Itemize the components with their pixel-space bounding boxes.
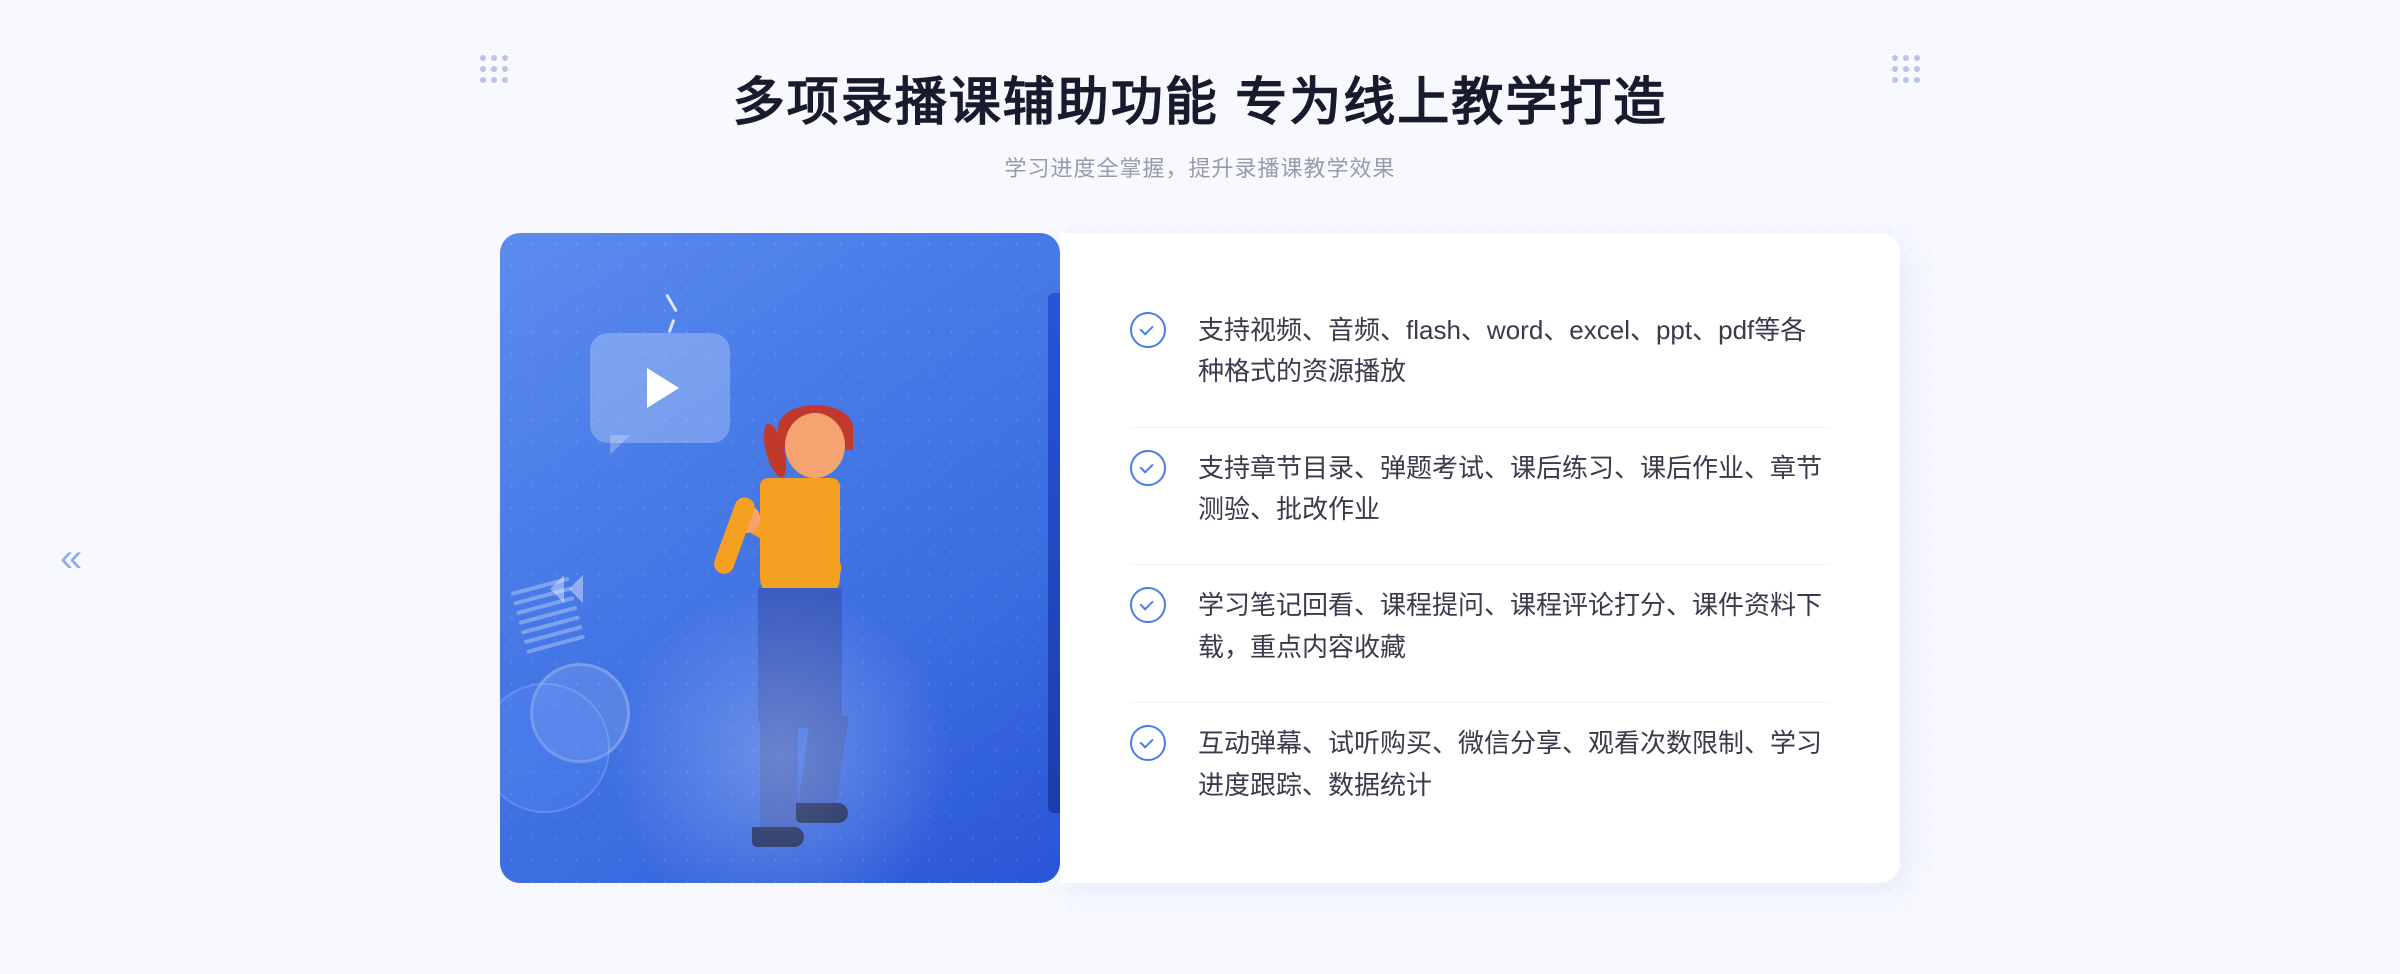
header-section: 多项录播课辅助功能 专为线上教学打造 学习进度全掌握，提升录播课教学效果 xyxy=(733,60,1667,183)
blue-accent-bar xyxy=(1048,293,1060,813)
chevrons-decoration xyxy=(550,575,583,603)
feature-item-4: 互动弹幕、试听购买、微信分享、观看次数限制、学习进度跟踪、数据统计 xyxy=(1130,702,1830,826)
left-chevron-icon: « xyxy=(60,536,82,580)
check-icon-4 xyxy=(1130,725,1170,765)
page-container: 多项录播课辅助功能 专为线上教学打造 学习进度全掌握，提升录播课教学效果 xyxy=(0,0,2400,974)
content-area: 支持视频、音频、flash、word、excel、ppt、pdf等各种格式的资源… xyxy=(500,233,1900,883)
light-ray-2 xyxy=(668,319,676,333)
page-subtitle: 学习进度全掌握，提升录播课教学效果 xyxy=(733,151,1667,183)
feature-text-3: 学习笔记回看、课程提问、课程评论打分、课件资料下载，重点内容收藏 xyxy=(1198,585,1830,668)
check-icon-1 xyxy=(1130,312,1170,352)
decorative-dot-grid-left xyxy=(480,55,508,83)
light-ray-1 xyxy=(665,294,678,313)
left-nav-arrow[interactable]: « xyxy=(60,536,82,581)
feature-item-3: 学习笔记回看、课程提问、课程评论打分、课件资料下载，重点内容收藏 xyxy=(1130,564,1830,688)
chevron-1 xyxy=(550,575,564,603)
check-circle-3 xyxy=(1130,587,1166,623)
title-row: 多项录播课辅助功能 专为线上教学打造 xyxy=(733,60,1667,135)
check-circle-2 xyxy=(1130,450,1166,486)
check-icon-3 xyxy=(1130,587,1170,627)
check-circle-1 xyxy=(1130,312,1166,348)
check-icon-2 xyxy=(1130,450,1170,490)
feature-text-1: 支持视频、音频、flash、word、excel、ppt、pdf等各种格式的资源… xyxy=(1198,310,1830,393)
illustration-section xyxy=(500,233,1060,883)
person-illustration xyxy=(630,383,930,883)
feature-text-2: 支持章节目录、弹题考试、课后练习、课后作业、章节测验、批改作业 xyxy=(1198,448,1830,531)
feature-item-2: 支持章节目录、弹题考试、课后练习、课后作业、章节测验、批改作业 xyxy=(1130,427,1830,551)
feature-item-1: 支持视频、音频、flash、word、excel、ppt、pdf等各种格式的资源… xyxy=(1130,290,1830,413)
person-arm-left xyxy=(711,495,757,577)
person-pants xyxy=(758,588,842,728)
light-rays xyxy=(670,293,673,333)
person-head xyxy=(785,413,845,478)
features-section: 支持视频、音频、flash、word、excel、ppt、pdf等各种格式的资源… xyxy=(1060,233,1900,883)
feature-text-4: 互动弹幕、试听购买、微信分享、观看次数限制、学习进度跟踪、数据统计 xyxy=(1198,723,1830,806)
decorative-dot-grid-right xyxy=(1892,55,1920,83)
chevron-2 xyxy=(569,575,583,603)
check-circle-4 xyxy=(1130,725,1166,761)
person-shoe-right xyxy=(796,803,848,823)
bubble-tail xyxy=(610,435,630,455)
person-shoe-left xyxy=(752,827,804,847)
page-title: 多项录播课辅助功能 专为线上教学打造 xyxy=(733,60,1667,135)
person-leg-left xyxy=(760,713,798,833)
